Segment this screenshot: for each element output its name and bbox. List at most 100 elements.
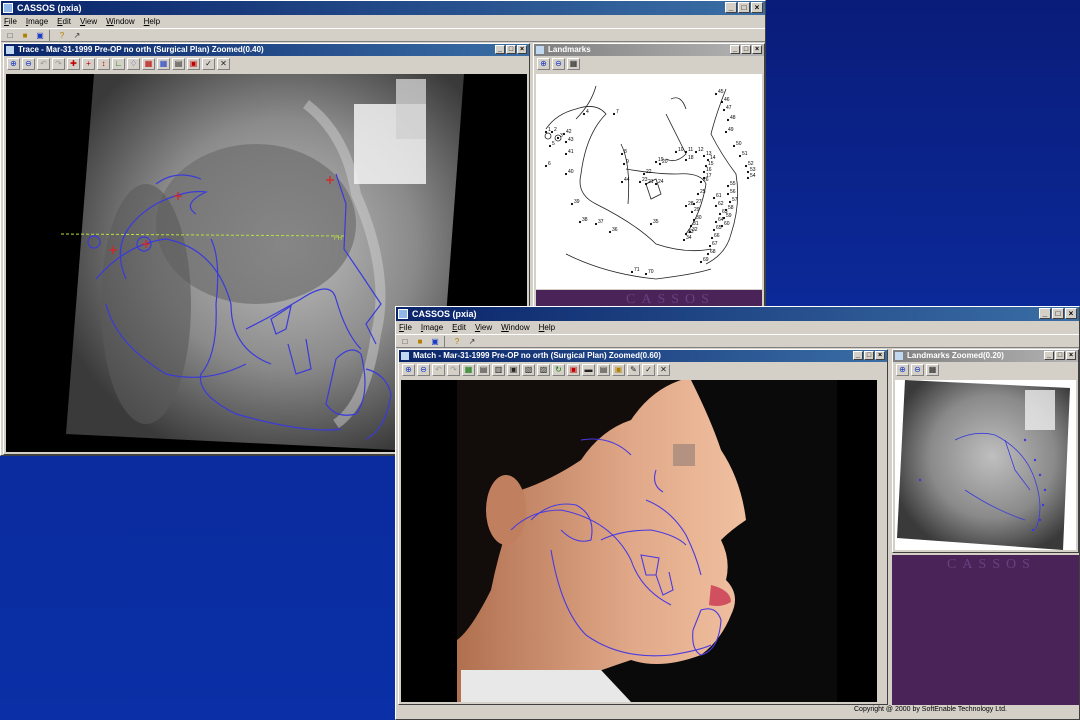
app2-menu-edit[interactable]: Edit (452, 321, 466, 334)
landmark-point[interactable] (548, 144, 552, 148)
app2-title-bar[interactable]: CASSOS (pxia) _ □ × (396, 307, 1079, 321)
trace-minimize-button[interactable]: _ (495, 45, 505, 54)
landmarks-zoom-out-icon[interactable]: ⊖ (552, 58, 565, 70)
restore-button[interactable]: □ (738, 2, 750, 13)
match-layer-icon[interactable]: ▤ (477, 364, 490, 376)
landmark-point[interactable] (702, 154, 706, 158)
landmark-point[interactable] (714, 220, 718, 224)
landmark-point[interactable] (654, 182, 658, 186)
landmark-point[interactable] (726, 184, 730, 188)
landmark-point[interactable] (694, 150, 698, 154)
landmarks-close-button[interactable]: × (752, 45, 762, 54)
landmark-point[interactable] (620, 180, 624, 184)
landmarks-zoomed-view[interactable] (895, 380, 1076, 550)
landmarks-settings-icon[interactable]: ▦ (567, 58, 580, 70)
match-morph-icon[interactable]: ▨ (537, 364, 550, 376)
landmark-point[interactable] (724, 130, 728, 134)
match-edit-icon[interactable]: ✎ (627, 364, 640, 376)
menu-view[interactable]: View (80, 15, 97, 28)
minimize-button[interactable]: _ (725, 2, 737, 13)
report-icon[interactable]: ▣ (187, 58, 200, 70)
zoom-out-icon[interactable]: ⊖ (22, 58, 35, 70)
menu-edit[interactable]: Edit (57, 15, 71, 28)
landmark-point[interactable] (706, 252, 710, 256)
match-close-button[interactable]: × (875, 351, 885, 360)
landmark-point[interactable] (728, 200, 732, 204)
landmark-point[interactable] (746, 176, 750, 180)
landmark-point[interactable] (620, 152, 624, 156)
landmarks-diagram[interactable]: 1 2 3 4 5 6 7 8 9 10 11 12 13 14 15 16 17 18 19 20 21 22 23 24 2… (536, 74, 762, 289)
match-photo-icon[interactable]: ▣ (507, 364, 520, 376)
redo-icon[interactable]: ↷ (52, 58, 65, 70)
match-zoom-out-icon[interactable]: ⊖ (417, 364, 430, 376)
landmark-point[interactable] (570, 202, 574, 206)
landmark-point[interactable] (564, 140, 568, 144)
app2-minimize-button[interactable]: _ (1039, 308, 1051, 319)
landmark-point[interactable] (658, 162, 662, 166)
landmark-point[interactable] (699, 180, 703, 184)
menu-image[interactable]: Image (26, 15, 48, 28)
app2-open-folder-icon[interactable]: ■ (414, 336, 426, 347)
landmark-point[interactable] (710, 236, 714, 240)
match-cancel-icon[interactable]: ✕ (657, 364, 670, 376)
landmark-point[interactable] (699, 260, 703, 264)
landmarks-zoomed-title-bar[interactable]: Landmarks Zoomed(0.20) _ □ × (893, 350, 1078, 362)
analysis-icon[interactable]: ▦ (142, 58, 155, 70)
landmark-point[interactable] (684, 204, 688, 208)
menu-help[interactable]: Help (144, 15, 160, 28)
landmark-move-icon[interactable]: + (82, 58, 95, 70)
match-align-icon[interactable]: ▧ (522, 364, 535, 376)
help-icon[interactable]: ? (56, 30, 68, 41)
match-maximize-button[interactable]: □ (864, 351, 874, 360)
new-file-icon[interactable]: □ (4, 30, 16, 41)
landmark-point[interactable] (642, 172, 646, 176)
match-overlay-icon[interactable]: ▦ (462, 364, 475, 376)
landmark-point[interactable] (684, 158, 688, 162)
trace-maximize-button[interactable]: □ (506, 45, 516, 54)
landmark-point[interactable] (712, 196, 716, 200)
landmarks-zoom-in-icon[interactable]: ⊕ (537, 58, 550, 70)
landmark-point[interactable] (564, 152, 568, 156)
match-undo-icon[interactable]: ↶ (432, 364, 445, 376)
landmark-point[interactable] (644, 272, 648, 276)
landmark-point[interactable] (649, 222, 653, 226)
landmark-point[interactable] (746, 170, 750, 174)
landmark-point[interactable] (738, 154, 742, 158)
landmarks-zoomed-zoom-out-icon[interactable]: ⊖ (911, 364, 924, 376)
landmarks-zoomed-minimize-button[interactable]: _ (1044, 351, 1054, 360)
save-icon[interactable]: ▣ (34, 30, 46, 41)
match-accept-icon[interactable]: ✓ (642, 364, 655, 376)
accept-icon[interactable]: ✓ (202, 58, 215, 70)
landmark-add-icon[interactable]: ✚ (67, 58, 80, 70)
landmark-point[interactable] (630, 270, 634, 274)
landmark-point[interactable] (564, 172, 568, 176)
app2-close-button[interactable]: × (1065, 308, 1077, 319)
trace-close-button[interactable]: × (517, 45, 527, 54)
app2-menu-window[interactable]: Window (501, 321, 529, 334)
app2-menu-help[interactable]: Help (539, 321, 555, 334)
landmark-point[interactable] (714, 92, 718, 96)
landmark-point[interactable] (544, 130, 548, 134)
landmark-point[interactable] (638, 180, 642, 184)
landmark-point[interactable] (722, 108, 726, 112)
match-redo-icon[interactable]: ↷ (447, 364, 460, 376)
landmark-point[interactable] (674, 150, 678, 154)
menu-window[interactable]: Window (106, 15, 134, 28)
match-print-icon[interactable]: ▤ (597, 364, 610, 376)
app2-new-file-icon[interactable]: □ (399, 336, 411, 347)
landmarks-title-bar[interactable]: Landmarks _ □ × (534, 44, 764, 56)
landmark-point[interactable] (714, 204, 718, 208)
landmark-point[interactable] (696, 192, 700, 196)
landmarks-zoomed-maximize-button[interactable]: □ (1055, 351, 1065, 360)
zoom-in-icon[interactable]: ⊕ (7, 58, 20, 70)
match-frame-icon[interactable]: ▣ (612, 364, 625, 376)
app2-save-icon[interactable]: ▣ (429, 336, 441, 347)
tooth-icon[interactable]: ♢ (127, 58, 140, 70)
landmark-point[interactable] (682, 238, 686, 242)
cancel-icon[interactable]: ✕ (217, 58, 230, 70)
landmark-edit-icon[interactable]: ↕ (97, 58, 110, 70)
app2-restore-button[interactable]: □ (1052, 308, 1064, 319)
close-button[interactable]: × (751, 2, 763, 13)
undo-icon[interactable]: ↶ (37, 58, 50, 70)
draw-tool-icon[interactable]: ∟ (112, 58, 125, 70)
